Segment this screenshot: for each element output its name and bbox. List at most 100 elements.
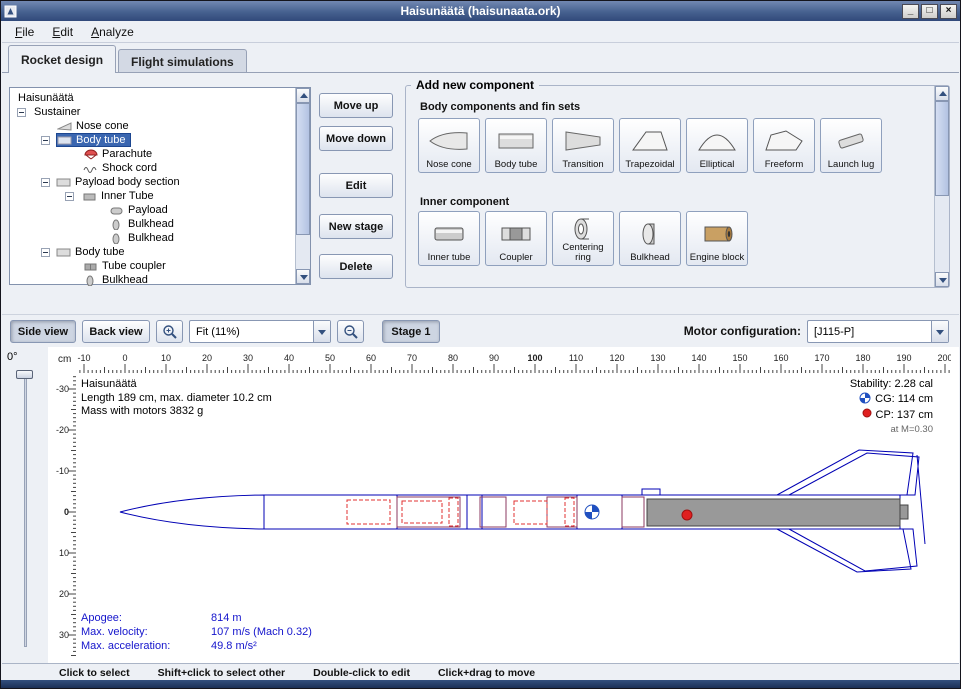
add-freeform-fin-button[interactable]: Freeform [753,118,815,173]
component-label: Nose cone [426,160,471,170]
rotation-slider-knob[interactable] [16,370,33,379]
payload-icon [109,204,125,216]
stability-info: Stability: 2.28 cal CG: 114 cm CP: 137 c… [850,378,933,436]
component-label: Elliptical [700,160,735,170]
scroll-thumb[interactable] [935,101,949,196]
zoom-level-value: Fit (11%) [190,321,313,342]
transition-icon [561,121,605,160]
side-view-button[interactable]: Side view [10,320,76,343]
tree-item-bulkhead[interactable]: Bulkhead [11,217,293,231]
elliptical-fin-icon [695,121,739,160]
component-tree[interactable]: Haisunäätä Sustainer Nose cone Body tube… [9,87,311,285]
motor-configuration-select[interactable]: [J115-P] [807,320,949,343]
edit-button[interactable]: Edit [319,173,393,198]
tree-item-rocket[interactable]: Haisunäätä [11,91,293,105]
add-body-tube-button[interactable]: Body tube [485,118,547,173]
tree-item-inner-tube[interactable]: Inner Tube [11,189,293,203]
menu-analyze[interactable]: Analyze [82,23,143,41]
bulkhead-icon [628,214,672,253]
ruler-unit-label: cm [58,354,71,365]
stability-value: Stability: 2.28 cal [850,378,933,392]
tab-flight-simulations[interactable]: Flight simulations [118,49,247,73]
tree-item-payload[interactable]: Payload [11,203,293,217]
svg-text:30: 30 [59,630,69,640]
tree-item-body-tube[interactable]: Body tube [11,133,293,147]
tree-item-sustainer[interactable]: Sustainer [11,105,293,119]
svg-text:40: 40 [284,353,294,363]
tree-scrollbar[interactable] [295,88,310,284]
collapse-handle-icon[interactable] [65,192,74,201]
scroll-up-icon[interactable] [296,88,310,103]
tree-item-parachute[interactable]: Parachute [11,147,293,161]
coupler-icon [494,214,538,253]
add-transition-button[interactable]: Transition [552,118,614,173]
centering-ring-icon [561,214,605,243]
add-trapezoidal-fin-button[interactable]: Trapezoidal [619,118,681,173]
collapse-handle-icon[interactable] [41,178,50,187]
zoom-out-button[interactable] [337,320,364,343]
add-engine-block-button[interactable]: Engine block [686,211,748,266]
maximize-button[interactable]: □ [921,4,938,19]
svg-text:80: 80 [448,353,458,363]
cp-value: CP: 137 cm [876,409,933,423]
scroll-up-icon[interactable] [935,86,949,101]
tree-item-tube-coupler[interactable]: Tube coupler [11,259,293,273]
delete-button[interactable]: Delete [319,254,393,279]
tree-item-body-tube-2[interactable]: Body tube [11,245,293,259]
zoom-level-select[interactable]: Fit (11%) [189,320,331,343]
tree-item-bulkhead[interactable]: Bulkhead [11,231,293,245]
inner-component-label: Inner component [420,196,509,208]
move-up-button[interactable]: Move up [319,93,393,118]
svg-text:-30: -30 [56,384,69,394]
scroll-down-icon[interactable] [935,272,949,287]
tab-rocket-design[interactable]: Rocket design [8,45,116,73]
menu-file[interactable]: File [6,23,43,41]
tree-item-nose-cone[interactable]: Nose cone [11,119,293,133]
window-title: Haisunäätä (haisunaata.ork) [1,4,960,18]
svg-text:70: 70 [407,353,417,363]
scroll-thumb[interactable] [296,103,310,235]
svg-text:-10: -10 [77,353,90,363]
title-bar[interactable]: Haisunäätä (haisunaata.ork) _ □ × [1,1,960,21]
tree-item-label: Sustainer [31,106,83,118]
add-nose-cone-button[interactable]: Nose cone [418,118,480,173]
scroll-down-icon[interactable] [296,269,310,284]
component-label: Engine block [690,253,744,263]
close-button[interactable]: × [940,4,957,19]
collapse-handle-icon[interactable] [41,136,50,145]
tab-label: Rocket design [21,53,103,67]
chevron-down-icon[interactable] [313,321,330,342]
tree-item-bulkhead[interactable]: Bulkhead [11,273,293,287]
minimize-button[interactable]: _ [902,4,919,19]
collapse-handle-icon[interactable] [17,108,26,117]
tree-item-payload-body-section[interactable]: Payload body section [11,175,293,189]
add-panel-scrollbar[interactable] [934,86,949,287]
svg-text:-10: -10 [56,466,69,476]
collapse-handle-icon[interactable] [41,248,50,257]
tree-item-shock-cord[interactable]: Shock cord [11,161,293,175]
back-view-button[interactable]: Back view [82,320,150,343]
move-down-button[interactable]: Move down [319,126,393,151]
add-bulkhead-button[interactable]: Bulkhead [619,211,681,266]
motor-configuration-label: Motor configuration: [684,324,801,338]
rotation-slider[interactable] [24,373,27,647]
add-centering-ring-button[interactable]: Centering ring [552,211,614,266]
svg-text:50: 50 [325,353,335,363]
new-stage-button[interactable]: New stage [319,214,393,239]
tree-item-label: Shock cord [99,162,160,174]
shock-cord-icon [83,162,99,174]
add-coupler-button[interactable]: Coupler [485,211,547,266]
menu-edit[interactable]: Edit [43,23,82,41]
bulkhead-icon [83,274,99,286]
stage-1-toggle[interactable]: Stage 1 [382,320,440,343]
add-inner-tube-button[interactable]: Inner tube [418,211,480,266]
chevron-down-icon[interactable] [931,321,948,342]
add-elliptical-fin-button[interactable]: Elliptical [686,118,748,173]
rocket-length: Length 189 cm, max. diameter 10.2 cm [81,392,272,406]
rocket-view-canvas[interactable]: 0° cm -100102030405060708090100110120130… [2,347,959,663]
hint-double-click: Double-click to edit [313,667,410,679]
inner-components-row: Inner tube Coupler Centering ring Bulkhe… [418,211,748,266]
add-launch-lug-button[interactable]: Launch lug [820,118,882,173]
window-icon[interactable] [4,5,17,18]
zoom-in-button[interactable] [156,320,183,343]
